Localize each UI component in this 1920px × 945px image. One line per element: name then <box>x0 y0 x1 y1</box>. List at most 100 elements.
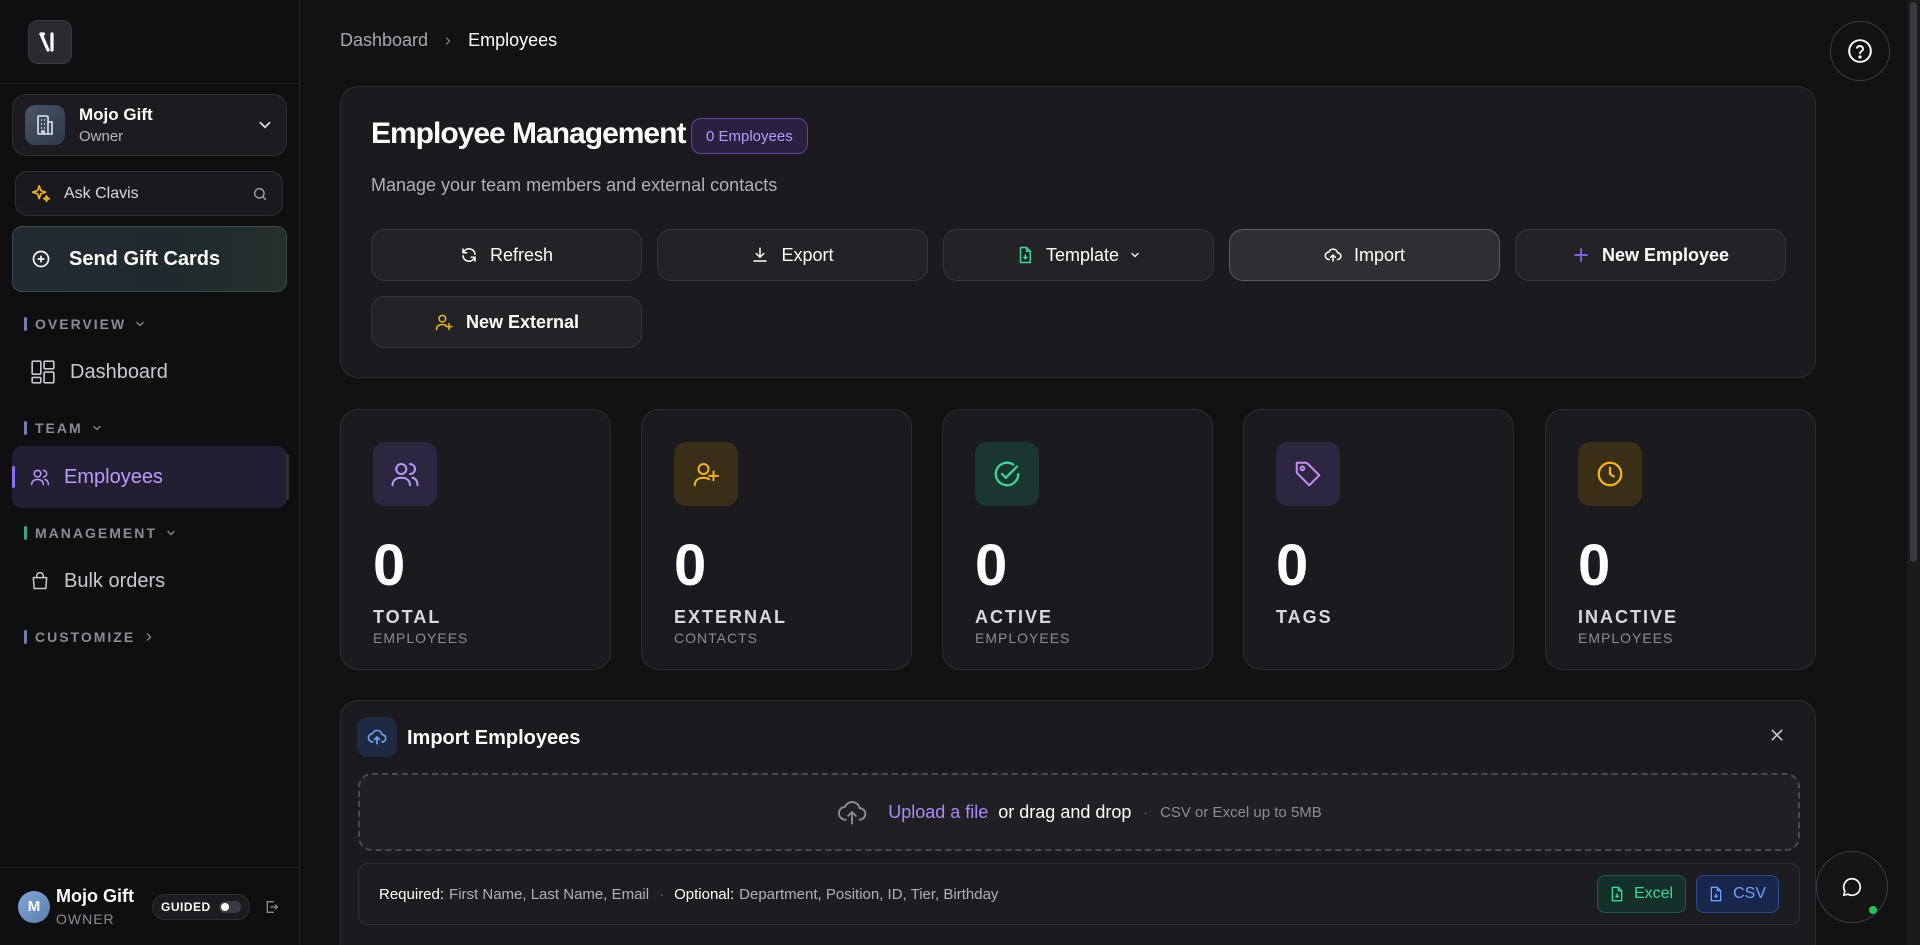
drag-drop-text: or drag and drop <box>998 801 1132 822</box>
import-button[interactable]: Import <box>1229 229 1500 281</box>
import-title: Import Employees <box>407 727 581 749</box>
sidebar-item-label: Bulk orders <box>64 569 166 592</box>
sparkles-icon <box>30 183 52 205</box>
field-requirements: Required: First Name, Last Name, Email ·… <box>358 863 1800 925</box>
sidebar-item-employees[interactable]: Employees <box>12 446 289 508</box>
stat-label: INACTIVE <box>1578 607 1679 627</box>
app-logo[interactable] <box>28 20 72 64</box>
chevron-down-icon <box>134 318 146 330</box>
download-excel-button[interactable]: Excel <box>1596 875 1687 913</box>
section-marker <box>24 526 27 540</box>
stat-card-external: 0 EXTERNAL CONTACTS <box>641 409 912 670</box>
section-management[interactable]: MANAGEMENT <box>24 525 177 541</box>
chevron-right-icon <box>143 631 155 643</box>
template-button[interactable]: Template <box>943 229 1214 281</box>
org-switcher[interactable]: Mojo Gift Owner <box>12 94 287 156</box>
download-icon <box>751 246 769 264</box>
cloud-upload-icon <box>836 798 868 826</box>
excel-label: Excel <box>1633 885 1674 902</box>
dashboard-icon <box>30 359 56 385</box>
user-plus-icon <box>434 312 454 332</box>
close-icon[interactable] <box>1769 727 1785 743</box>
sidebar-item-dashboard[interactable]: Dashboard <box>12 341 287 403</box>
send-gift-cards-label: Send Gift Cards <box>69 247 221 270</box>
user-name: Mojo Gift <box>56 886 134 906</box>
section-overview[interactable]: OVERVIEW <box>24 316 146 332</box>
sidebar-item-label: Employees <box>64 465 163 488</box>
section-team[interactable]: TEAM <box>24 420 103 436</box>
section-customize-label: CUSTOMIZE <box>35 629 136 645</box>
refresh-label: Refresh <box>489 244 554 265</box>
required-label: Required: <box>379 885 445 903</box>
stat-value: 0 <box>373 533 406 598</box>
separator-dot: · <box>659 885 665 903</box>
building-icon <box>25 105 65 145</box>
org-name: Mojo Gift <box>79 105 153 124</box>
stat-value: 0 <box>1578 533 1611 598</box>
chevron-down-icon <box>165 527 177 539</box>
template-label: Template <box>1045 244 1120 265</box>
file-hint: CSV or Excel up to 5MB <box>1160 803 1322 821</box>
new-external-button[interactable]: New External <box>371 296 642 348</box>
chevron-down-icon <box>91 422 103 434</box>
export-label: Export <box>781 244 834 265</box>
optional-fields: Department, Position, ID, Tier, Birthday <box>739 885 999 903</box>
avatar[interactable]: M <box>18 890 50 923</box>
help-icon <box>1847 38 1873 64</box>
online-status-dot <box>1869 906 1877 914</box>
sidebar-footer: M Mojo Gift OWNER GUIDED <box>0 867 300 945</box>
csv-label: CSV <box>1733 885 1766 902</box>
guided-toggle[interactable]: GUIDED <box>151 893 250 920</box>
org-role: Owner <box>79 128 124 145</box>
stat-value: 0 <box>674 533 707 598</box>
help-button[interactable] <box>1830 21 1890 81</box>
section-marker <box>24 630 27 644</box>
refresh-button[interactable]: Refresh <box>371 229 642 281</box>
stat-sublabel: EMPLOYEES <box>975 630 1071 646</box>
stat-sublabel: EMPLOYEES <box>1578 630 1674 646</box>
sidebar-item-label: Dashboard <box>70 360 168 383</box>
chat-button[interactable] <box>1816 851 1888 923</box>
separator-dot: · <box>1143 804 1149 820</box>
send-gift-cards-button[interactable]: Send Gift Cards <box>12 226 287 292</box>
search-icon[interactable] <box>252 186 268 202</box>
section-marker <box>24 421 27 435</box>
sidebar-item-bulk-orders[interactable]: Bulk orders <box>12 550 287 612</box>
file-icon <box>1610 886 1624 902</box>
stat-card-total: 0 TOTAL EMPLOYEES <box>340 409 611 670</box>
stat-sublabel: EMPLOYEES <box>373 630 469 646</box>
users-icon <box>373 442 437 506</box>
section-team-label: TEAM <box>35 420 83 436</box>
tag-icon <box>1276 442 1340 506</box>
file-dropzone[interactable]: Upload a file or drag and drop · CSV or … <box>358 773 1800 851</box>
stat-sublabel: CONTACTS <box>674 630 758 646</box>
section-customize[interactable]: CUSTOMIZE <box>24 629 155 645</box>
stat-card-inactive: 0 INACTIVE EMPLOYEES <box>1545 409 1816 670</box>
page-title: Employee Management <box>371 117 686 150</box>
section-marker <box>24 317 27 331</box>
clock-icon <box>1578 442 1642 506</box>
refresh-icon <box>460 246 478 264</box>
file-download-icon <box>1016 246 1034 264</box>
ask-clavis-label: Ask Clavis <box>64 184 139 202</box>
export-button[interactable]: Export <box>657 229 928 281</box>
page-scrollbar[interactable] <box>1907 0 1920 945</box>
toggle-switch[interactable] <box>218 900 241 913</box>
stat-value: 0 <box>1276 533 1309 598</box>
section-overview-label: OVERVIEW <box>35 316 127 332</box>
breadcrumb-dashboard[interactable]: Dashboard <box>340 30 428 51</box>
chevron-down-icon <box>1129 249 1141 261</box>
file-icon <box>1709 886 1723 902</box>
logout-icon[interactable] <box>264 899 280 915</box>
ask-clavis-input[interactable]: Ask Clavis <box>15 171 283 216</box>
user-role: OWNER <box>56 911 115 927</box>
scrollbar-thumb[interactable] <box>1910 2 1917 562</box>
logo-area <box>0 0 299 84</box>
new-employee-button[interactable]: New Employee <box>1515 229 1786 281</box>
plus-icon <box>1572 246 1590 264</box>
import-employees-panel: Import Employees Upload a file or drag a… <box>340 700 1816 945</box>
upload-file-link[interactable]: Upload a file <box>888 802 988 823</box>
breadcrumb-current: Employees <box>468 30 558 50</box>
chat-bubble-icon <box>1841 876 1863 898</box>
download-csv-button[interactable]: CSV <box>1696 875 1779 913</box>
